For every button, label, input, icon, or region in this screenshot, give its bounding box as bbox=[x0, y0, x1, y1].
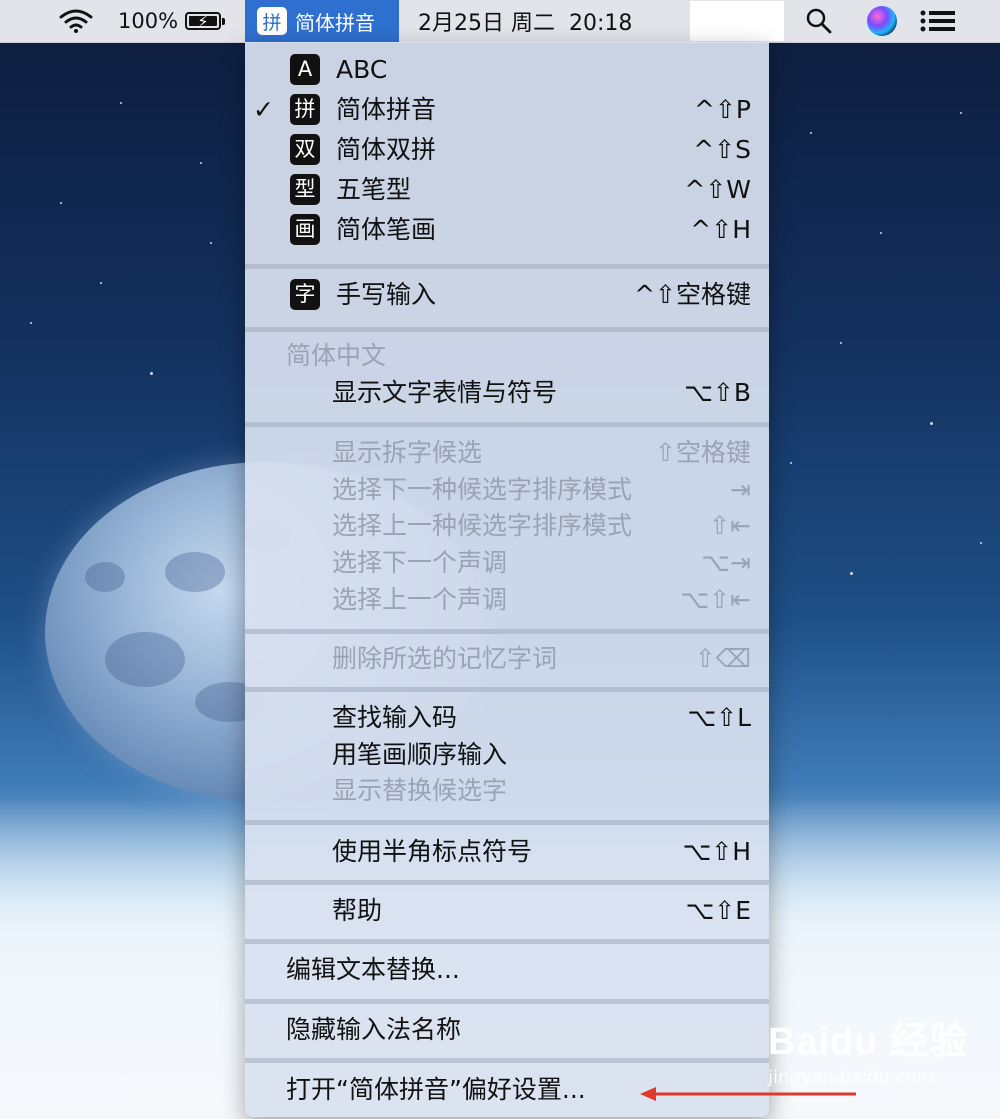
menu-item-pinyin[interactable]: ✓ 拼 简体拼音 ^⇧P bbox=[245, 92, 769, 128]
watermark-url: jingyan.baidu.com bbox=[768, 1067, 935, 1088]
menu-item-show-split-candidates: 显示拆字候选 ⇧空格键 bbox=[332, 438, 751, 467]
shuangpin-icon: 双 bbox=[290, 134, 320, 165]
menu-item-help[interactable]: 帮助 ⌥⇧E bbox=[245, 893, 769, 929]
menu-item-delete-memory: 删除所选的记忆字词 ⇧⌫ bbox=[332, 644, 751, 673]
spotlight-search-icon[interactable] bbox=[804, 0, 834, 42]
menu-item-hide-ime-name[interactable]: 隐藏输入法名称 bbox=[245, 1012, 769, 1048]
watermark-logo: Baidu 经验 bbox=[768, 1021, 969, 1063]
siri-icon[interactable] bbox=[866, 0, 898, 42]
wubi-icon: 型 bbox=[290, 174, 320, 205]
menu-item-next-tone: 选择下一个声调 ⌥⇥ bbox=[332, 548, 751, 577]
menu-item-show-replacements: 显示替换候选字 bbox=[332, 776, 508, 805]
menu-item-stroke[interactable]: 画 简体笔画 ^⇧H bbox=[245, 212, 769, 248]
menu-item-next-sort-mode: 选择下一种候选字排序模式 ⇥ bbox=[332, 475, 751, 504]
section-header: 简体中文 bbox=[286, 341, 387, 370]
redacted-area bbox=[690, 1, 784, 41]
menu-item-prev-tone: 选择上一个声调 ⌥⇧⇤ bbox=[332, 585, 751, 614]
input-method-dropdown: A ABC ✓ 拼 简体拼音 ^⇧P 双 简体双拼 ^⇧S 型 五笔型 ^⇧W … bbox=[245, 42, 769, 1117]
battery-percentage: 100% bbox=[118, 9, 179, 33]
menu-bar: 100% ⚡ 拼 简体拼音 2月25日 周二 20:18 bbox=[0, 0, 1000, 43]
menu-item-lookup-code[interactable]: 查找输入码 ⌥⇧L bbox=[245, 700, 769, 736]
menu-separator bbox=[245, 687, 769, 692]
clock[interactable]: 2月25日 周二 20:18 bbox=[418, 0, 632, 42]
menu-item-shuangpin[interactable]: 双 简体双拼 ^⇧S bbox=[245, 132, 769, 168]
menu-separator bbox=[245, 327, 769, 332]
menu-item-abc[interactable]: A ABC bbox=[245, 52, 769, 88]
input-method-menu[interactable]: 拼 简体拼音 bbox=[245, 0, 399, 42]
menu-separator bbox=[245, 422, 769, 427]
menu-item-stroke-order[interactable]: 用笔画顺序输入 bbox=[245, 737, 769, 773]
wifi-icon[interactable] bbox=[56, 0, 96, 42]
menu-separator bbox=[245, 629, 769, 634]
stroke-icon: 画 bbox=[290, 214, 320, 245]
menu-separator bbox=[245, 1058, 769, 1063]
menu-item-emoji[interactable]: 显示文字表情与符号 ⌥⇧B bbox=[245, 375, 769, 411]
checkmark-icon: ✓ bbox=[253, 95, 274, 124]
pinyin-icon: 拼 bbox=[290, 94, 320, 125]
menu-separator bbox=[245, 880, 769, 885]
handwriting-icon: 字 bbox=[290, 279, 320, 310]
menu-item-halfwidth-punctuation[interactable]: 使用半角标点符号 ⌥⇧H bbox=[245, 834, 769, 870]
abc-icon: A bbox=[290, 54, 320, 85]
menu-item-prev-sort-mode: 选择上一种候选字排序模式 ⇧⇤ bbox=[332, 511, 751, 540]
menu-separator bbox=[245, 820, 769, 825]
notification-center-icon[interactable] bbox=[918, 0, 958, 42]
menu-separator bbox=[245, 264, 769, 269]
menu-separator bbox=[245, 999, 769, 1004]
baidu-jingyan-watermark: Baidu 经验 jingyan.baidu.com bbox=[768, 1010, 968, 1088]
menu-item-handwriting[interactable]: 字 手写输入 ^⇧空格键 bbox=[245, 277, 769, 313]
input-method-icon: 拼 bbox=[257, 7, 287, 35]
menu-separator bbox=[245, 939, 769, 944]
input-method-name: 简体拼音 bbox=[295, 10, 375, 35]
menu-item-wubi[interactable]: 型 五笔型 ^⇧W bbox=[245, 172, 769, 208]
battery-charging-icon[interactable]: ⚡ bbox=[185, 0, 225, 42]
menu-item-edit-text-replacements[interactable]: 编辑文本替换... bbox=[245, 952, 769, 988]
